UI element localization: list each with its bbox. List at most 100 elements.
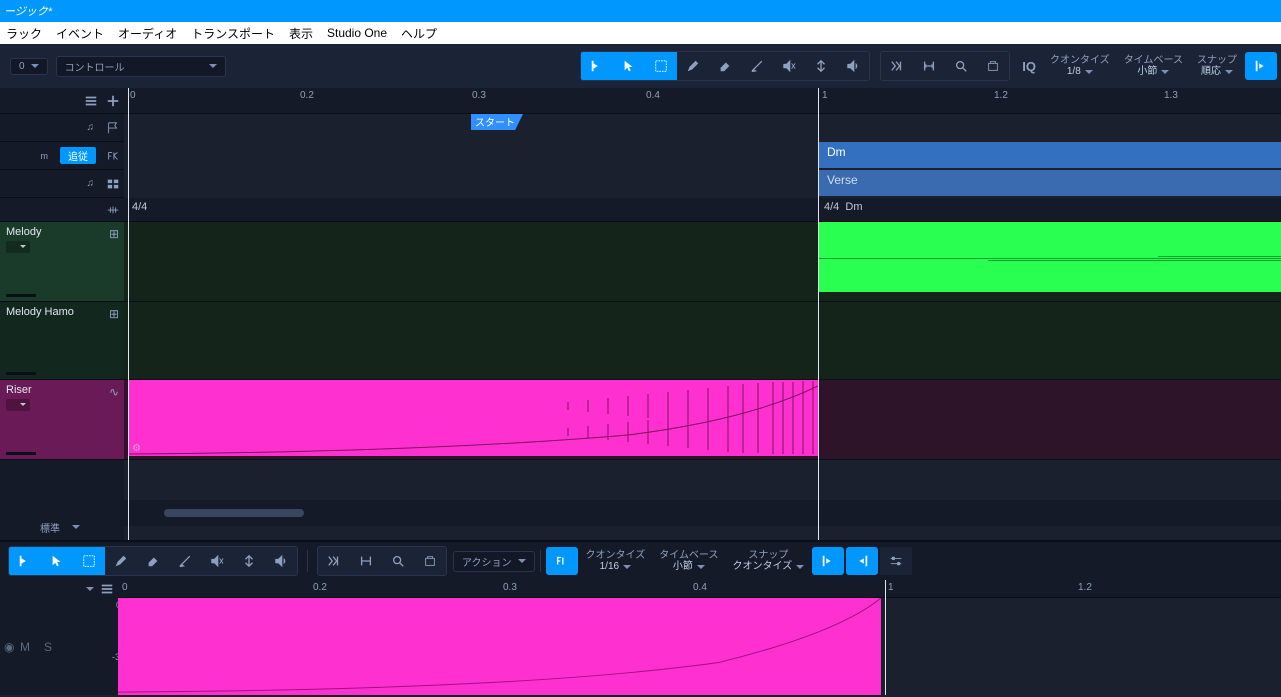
- ed-macro-icon[interactable]: [414, 547, 446, 575]
- track-header-melody-hamo[interactable]: Melody Hamo ⊞: [0, 302, 124, 380]
- ed-marquee-tool[interactable]: [73, 547, 105, 575]
- ed-mode-toggle[interactable]: [546, 547, 578, 575]
- note-icon: ♫: [85, 122, 97, 133]
- ed-snap-start[interactable]: [812, 547, 844, 575]
- track-meter: [6, 452, 36, 455]
- editor-ruler[interactable]: 0 0.2 0.3 0.4 1 1.2: [118, 580, 1281, 598]
- marker-flag-icon[interactable]: [106, 121, 120, 135]
- signature-lane[interactable]: 4/4 4/4 Dm: [124, 198, 1281, 222]
- macro-icon[interactable]: [977, 52, 1009, 80]
- track-header-riser[interactable]: Riser ∿: [0, 380, 124, 460]
- melody-hamo-lane[interactable]: [124, 302, 1281, 380]
- menu-studioone[interactable]: Studio One: [327, 26, 387, 40]
- editor-toolbar: アクション クオンタイズ 1/16 タイムベース 小節 スナップ クオンタイズ: [0, 542, 1281, 580]
- ed-timebase-setting[interactable]: タイムベース 小節: [653, 550, 724, 572]
- editor-playhead[interactable]: [885, 580, 886, 695]
- menu-view[interactable]: 表示: [289, 25, 313, 42]
- chord-track-icon[interactable]: [106, 149, 120, 163]
- gear-icon[interactable]: ⚙: [132, 443, 141, 454]
- marquee-tool[interactable]: [645, 52, 677, 80]
- chord-region[interactable]: Dm: [818, 142, 1281, 168]
- listen-tool[interactable]: [837, 52, 869, 80]
- window-title: ージック*: [4, 3, 52, 19]
- ed-zoom-icon[interactable]: [382, 547, 414, 575]
- ed-snap-end[interactable]: [846, 547, 878, 575]
- m-label: m: [39, 151, 51, 161]
- ed-erase-tool[interactable]: [137, 547, 169, 575]
- record-icon[interactable]: ◉: [4, 640, 14, 654]
- start-marker[interactable]: スタート: [471, 114, 523, 130]
- arranger-lane[interactable]: Verse: [124, 170, 1281, 198]
- arranger-icon[interactable]: [106, 177, 120, 191]
- editor-left-panel: ◉ M S: [0, 580, 118, 695]
- view-mode[interactable]: 標準: [40, 520, 60, 535]
- mute-button[interactable]: M: [20, 640, 30, 654]
- time-ruler[interactable]: 0 0.2 0.3 0.4 1 1.2 1.3: [124, 88, 1281, 114]
- track-header-melody[interactable]: Melody ⊞: [0, 222, 124, 302]
- add-track-icon[interactable]: [106, 94, 120, 108]
- editor-waveform[interactable]: [118, 598, 881, 695]
- follow-button[interactable]: 追従: [60, 147, 96, 164]
- list-icon[interactable]: [100, 582, 114, 596]
- note-icon-2: ♫: [85, 178, 97, 189]
- dropdown-icon[interactable]: [86, 587, 94, 591]
- menu-help[interactable]: ヘルプ: [401, 25, 437, 42]
- chord-lane[interactable]: Dm: [124, 142, 1281, 170]
- ed-split-tool[interactable]: [169, 547, 201, 575]
- mute-tool[interactable]: [773, 52, 805, 80]
- tracklist-icon[interactable]: [84, 94, 98, 108]
- riser-lane[interactable]: ⚙: [124, 380, 1281, 460]
- editor-canvas[interactable]: 0 0.2 0.3 0.4 1 1.2 0dB -3.0-: [118, 580, 1281, 695]
- timeline[interactable]: 0 0.2 0.3 0.4 1 1.2 1.3 スタート Dm Verse 4/…: [124, 88, 1281, 540]
- menu-transport[interactable]: トランスポート: [191, 25, 275, 42]
- menu-track[interactable]: ラック: [6, 25, 42, 42]
- main-toolbar: 0 コントロール IQ クオンタイズ 1/8 タイムベース 小節: [0, 44, 1281, 88]
- ed-bend-tool[interactable]: [233, 547, 265, 575]
- menu-audio[interactable]: オーディオ: [118, 25, 177, 42]
- snap-toggle[interactable]: [1245, 52, 1277, 80]
- ed-autoscroll-icon[interactable]: [318, 547, 350, 575]
- zoom-icon[interactable]: [945, 52, 977, 80]
- ed-settings-icon[interactable]: [880, 547, 912, 575]
- draw-tool[interactable]: [677, 52, 709, 80]
- zero-dropdown[interactable]: 0: [10, 58, 48, 75]
- ed-quantize-setting[interactable]: クオンタイズ 1/16: [580, 550, 652, 572]
- split-tool[interactable]: [741, 52, 773, 80]
- quantize-setting[interactable]: クオンタイズ 1/8: [1044, 55, 1116, 77]
- erase-tool[interactable]: [709, 52, 741, 80]
- menu-bar: ラック イベント オーディオ トランスポート 表示 Studio One ヘルプ: [0, 22, 1281, 44]
- h-scroll-thumb[interactable]: [164, 509, 304, 517]
- iq-label[interactable]: IQ: [1016, 59, 1042, 74]
- ed-mute-tool[interactable]: [201, 547, 233, 575]
- start-cursor[interactable]: [128, 88, 129, 540]
- control-dropdown[interactable]: コントロール: [56, 56, 226, 77]
- solo-button[interactable]: S: [44, 640, 52, 654]
- arrow-tool[interactable]: [613, 52, 645, 80]
- marker-lane[interactable]: スタート: [124, 114, 1281, 142]
- action-dropdown[interactable]: アクション: [453, 551, 535, 572]
- ed-draw-tool[interactable]: [105, 547, 137, 575]
- loop-range-icon[interactable]: [913, 52, 945, 80]
- ed-listen-tool[interactable]: [265, 547, 297, 575]
- autoscroll-icon[interactable]: [881, 52, 913, 80]
- range-tool[interactable]: [581, 52, 613, 80]
- ed-range-tool[interactable]: [9, 547, 41, 575]
- melody-clip[interactable]: [818, 222, 1281, 292]
- arranger-section[interactable]: Verse: [818, 170, 1281, 196]
- menu-event[interactable]: イベント: [56, 25, 104, 42]
- bend-tool[interactable]: [805, 52, 837, 80]
- timebase-setting[interactable]: タイムベース 小節: [1118, 55, 1189, 77]
- ed-snap-setting[interactable]: スナップ クオンタイズ: [727, 550, 811, 572]
- riser-clip[interactable]: ⚙: [128, 380, 818, 456]
- melody-lane[interactable]: [124, 222, 1281, 302]
- playhead[interactable]: [818, 88, 819, 540]
- ed-loop-range-icon[interactable]: [350, 547, 382, 575]
- arrangement-view: ♫ m 追従 ♫ Melody ⊞ Melody Hamo ⊞ Riser ∿ 標…: [0, 88, 1281, 540]
- track-color-dd[interactable]: [6, 241, 30, 253]
- track-color-dd[interactable]: [6, 399, 30, 411]
- snap-setting[interactable]: スナップ 順応: [1191, 55, 1243, 77]
- nav-tools-group: [880, 51, 1010, 81]
- signature-icon[interactable]: [106, 203, 120, 217]
- window-titlebar: ージック*: [0, 0, 1281, 22]
- ed-arrow-tool[interactable]: [41, 547, 73, 575]
